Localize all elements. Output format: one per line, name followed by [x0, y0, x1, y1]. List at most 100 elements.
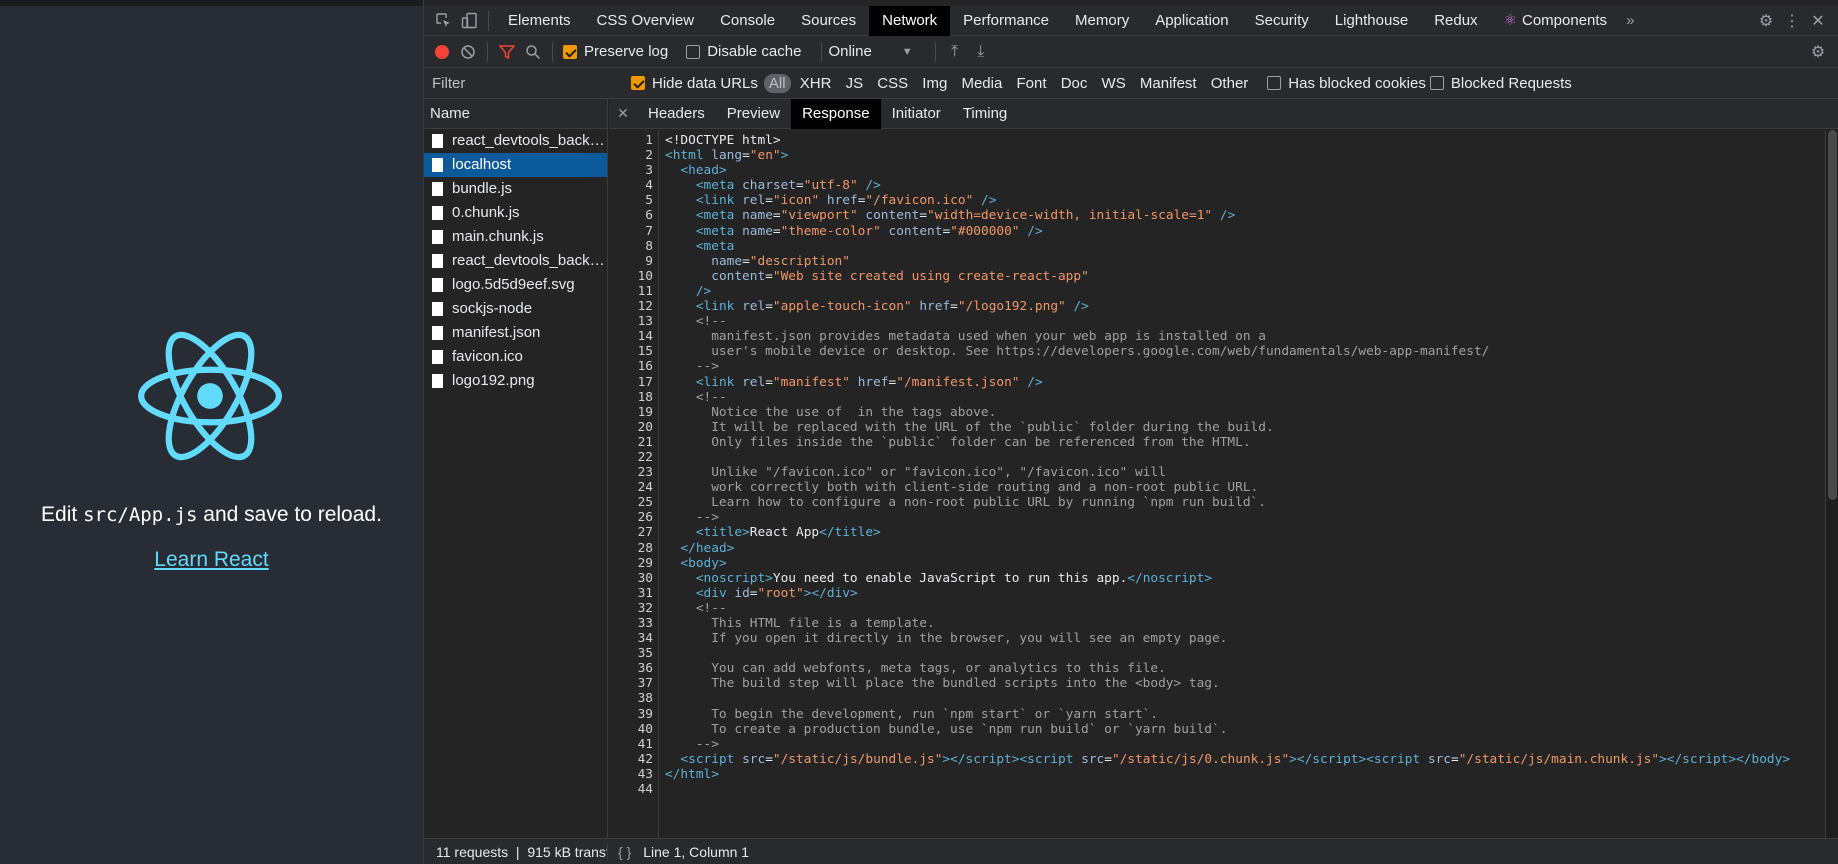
tab-memory[interactable]: Memory — [1062, 6, 1142, 36]
close-detail-icon[interactable]: ✕ — [609, 105, 637, 122]
divider — [821, 41, 823, 62]
type-filter-xhr[interactable]: XHR — [795, 75, 837, 92]
document-icon — [432, 278, 443, 292]
tab-initiator[interactable]: Initiator — [881, 99, 952, 129]
document-icon — [432, 182, 443, 196]
tab-elements[interactable]: Elements — [495, 6, 584, 36]
request-row[interactable]: bundle.js — [424, 177, 607, 201]
vertical-scrollbar[interactable] — [1825, 130, 1838, 838]
filter-bar: Filter Hide data URLs All XHR JS CSS Img… — [424, 68, 1838, 99]
filter-input[interactable]: Filter — [432, 75, 627, 92]
scrollbar-thumb[interactable] — [1828, 130, 1837, 500]
edit-instruction: Edit src/App.js and save to reload. — [41, 503, 382, 526]
has-blocked-cookies-checkbox[interactable] — [1267, 76, 1282, 90]
request-row[interactable]: 0.chunk.js — [424, 201, 607, 225]
type-filter-doc[interactable]: Doc — [1056, 75, 1093, 92]
tab-console[interactable]: Console — [707, 6, 788, 36]
tab-redux[interactable]: Redux — [1421, 6, 1490, 36]
type-filter-css[interactable]: CSS — [872, 75, 913, 92]
tab-timing[interactable]: Timing — [952, 99, 1018, 129]
clear-icon[interactable] — [455, 39, 481, 65]
devtools-panel: Elements CSS Overview Console Sources Ne… — [423, 0, 1838, 864]
more-options-icon[interactable]: ⋮ — [1779, 8, 1805, 34]
resource-type-filters: All XHR JS CSS Img Media Font Doc WS Man… — [763, 73, 1254, 93]
more-tabs-button[interactable]: » — [1620, 6, 1640, 36]
disable-cache-checkbox[interactable] — [686, 44, 701, 59]
inspect-element-icon[interactable] — [430, 8, 456, 34]
divider — [487, 41, 488, 62]
request-row[interactable]: react_devtools_backend.js — [424, 129, 607, 153]
request-row[interactable]: localhost — [424, 153, 607, 177]
hide-data-urls-label: Hide data URLs — [652, 74, 758, 92]
cursor-position: Line 1, Column 1 — [643, 843, 750, 860]
document-icon — [432, 326, 443, 340]
document-icon — [432, 206, 443, 220]
status-bar: 11 requests | 915 kB transferred { } Lin… — [424, 838, 1838, 864]
request-detail-pane: ✕ Headers Preview Response Initiator Tim… — [609, 98, 1838, 838]
has-blocked-cookies-label: Has blocked cookies — [1288, 74, 1426, 92]
tab-css-overview[interactable]: CSS Overview — [584, 6, 708, 36]
type-filter-manifest[interactable]: Manifest — [1135, 75, 1202, 92]
document-icon — [432, 254, 443, 268]
tab-components[interactable]: ⚛ Components — [1491, 6, 1621, 36]
pretty-print-icon[interactable]: { } — [618, 844, 631, 860]
hide-data-urls-checkbox[interactable] — [631, 76, 645, 90]
search-icon[interactable] — [520, 39, 546, 65]
tab-headers[interactable]: Headers — [637, 99, 716, 129]
preserve-log-label: Preserve log — [584, 43, 669, 60]
record-icon[interactable] — [429, 39, 455, 65]
device-toolbar-icon[interactable] — [456, 8, 482, 34]
devtools-tab-bar: Elements CSS Overview Console Sources Ne… — [424, 5, 1838, 36]
tab-lighthouse[interactable]: Lighthouse — [1322, 6, 1421, 36]
tab-application[interactable]: Application — [1142, 6, 1241, 36]
blocked-requests-label: Blocked Requests — [1450, 74, 1572, 92]
tab-sources[interactable]: Sources — [788, 6, 869, 36]
request-row[interactable]: favicon.ico — [424, 345, 607, 369]
document-icon — [432, 350, 443, 364]
tab-performance[interactable]: Performance — [950, 6, 1062, 36]
request-row[interactable]: logo192.png — [424, 369, 607, 393]
request-row[interactable]: logo.5d5d9eef.svg — [424, 273, 607, 297]
type-filter-other[interactable]: Other — [1206, 75, 1254, 92]
type-filter-js[interactable]: JS — [841, 75, 869, 92]
settings-gear-icon[interactable]: ⚙ — [1753, 8, 1779, 34]
request-list: Name react_devtools_backend.js localhost… — [424, 99, 608, 838]
document-icon — [432, 230, 443, 244]
disable-cache-label: Disable cache — [707, 43, 802, 60]
request-row[interactable]: manifest.json — [424, 321, 607, 345]
tab-security[interactable]: Security — [1242, 6, 1322, 36]
divider — [552, 41, 553, 62]
dropdown-arrow-icon: ▼ — [901, 45, 913, 58]
document-icon — [432, 158, 443, 172]
request-row[interactable]: react_devtools_backend.js — [424, 249, 607, 273]
response-code-viewer[interactable]: 1 2 3 4 5 6 7 8 9 10 11 12 13 14 15 16 17 18 19 20 21 22 23 24 2… — [609, 130, 1838, 838]
app-preview: Edit src/App.js and save to reload. Lear… — [0, 0, 423, 864]
request-row[interactable]: sockjs-node — [424, 297, 607, 321]
tab-response[interactable]: Response — [791, 98, 881, 129]
type-filter-media[interactable]: Media — [956, 75, 1007, 92]
import-har-icon[interactable]: ⤒ — [942, 39, 968, 65]
tab-network[interactable]: Network — [869, 5, 951, 36]
tab-preview[interactable]: Preview — [716, 99, 791, 129]
document-icon — [432, 302, 443, 316]
detail-tab-bar: ✕ Headers Preview Response Initiator Tim… — [609, 98, 1838, 129]
request-summary: 11 requests | 915 kB transferred — [424, 843, 608, 860]
preserve-log-checkbox[interactable] — [563, 44, 577, 59]
network-settings-gear-icon[interactable]: ⚙ — [1805, 39, 1831, 65]
learn-react-link[interactable]: Learn React — [0, 548, 423, 572]
react-logo-icon — [138, 331, 282, 461]
divider — [934, 41, 936, 62]
type-filter-ws[interactable]: WS — [1097, 75, 1131, 92]
blocked-requests-checkbox[interactable] — [1429, 76, 1444, 90]
filter-icon[interactable] — [494, 39, 520, 65]
document-icon — [432, 134, 443, 148]
throttling-select[interactable]: Online ▼ — [828, 43, 912, 60]
type-filter-font[interactable]: Font — [1012, 75, 1052, 92]
divider — [488, 10, 489, 31]
name-column-header[interactable]: Name — [424, 99, 607, 129]
type-filter-img[interactable]: Img — [917, 75, 952, 92]
request-row[interactable]: main.chunk.js — [424, 225, 607, 249]
close-devtools-icon[interactable]: ✕ — [1805, 8, 1831, 34]
export-har-icon[interactable]: ⤓ — [968, 39, 994, 65]
type-filter-all[interactable]: All — [763, 73, 791, 93]
